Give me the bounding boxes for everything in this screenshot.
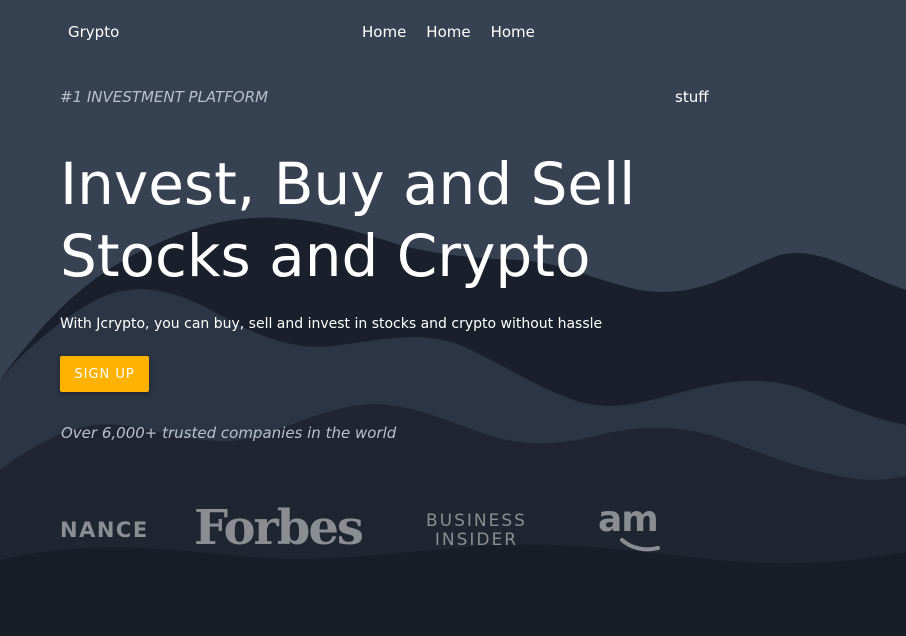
top-nav: Home Home Home (362, 23, 535, 41)
headline-line-1: Invest, Buy and Sell (60, 150, 636, 218)
side-label: stuff (675, 88, 709, 106)
forbes-logo: Forbes (194, 500, 364, 556)
hero-eyebrow: #1 INVESTMENT PLATFORM (60, 88, 269, 106)
binance-logo: NANCE (60, 518, 149, 542)
amazon-logo-text: am (598, 499, 659, 540)
business-insider-line-2: INSIDER (434, 530, 519, 550)
headline-line-2: Stocks and Crypto (60, 222, 591, 290)
nav-link-home-2[interactable]: Home (426, 23, 470, 41)
hero-subtext: With Jcrypto, you can buy, sell and inve… (60, 316, 603, 332)
business-insider-line-1: BUSINESS (426, 511, 527, 531)
brand-logo[interactable]: Grypto (68, 23, 119, 41)
hero-headline: Invest, Buy and Sell Stocks and Crypto (60, 148, 700, 292)
trusted-companies-text: Over 6,000+ trusted companies in the wor… (61, 424, 397, 442)
sign-up-button[interactable]: SIGN UP (60, 356, 149, 392)
nav-link-home-1[interactable]: Home (362, 23, 406, 41)
nav-link-home-3[interactable]: Home (491, 23, 535, 41)
business-insider-logo: BUSINESS INSIDER (426, 512, 527, 550)
amazon-smile-icon (620, 538, 660, 552)
amazon-logo: am (598, 500, 662, 558)
